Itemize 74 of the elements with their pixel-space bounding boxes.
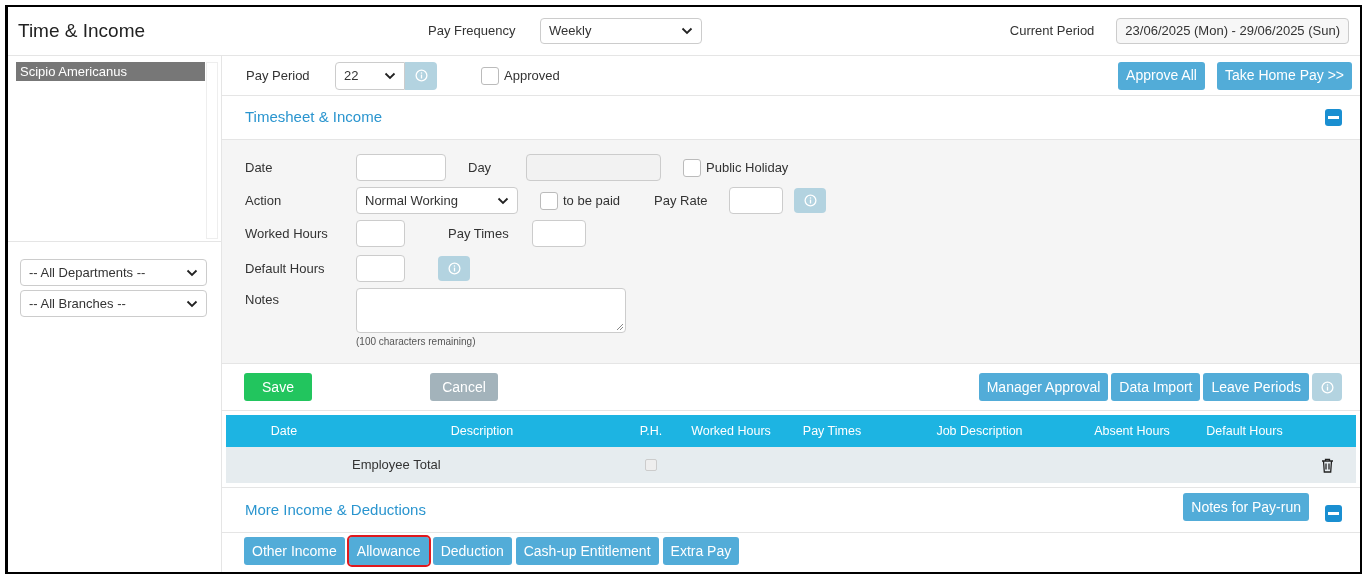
field-label: Pay Rate xyxy=(654,191,709,210)
tab[interactable]: Extra Pay xyxy=(662,537,740,565)
input-field[interactable] xyxy=(356,255,405,282)
info-icon xyxy=(447,262,461,275)
collapse-icon[interactable] xyxy=(1325,109,1342,126)
cancel-button[interactable]: Cancel xyxy=(430,373,498,401)
info-button[interactable] xyxy=(405,61,437,90)
employee-item[interactable]: Scipio Americanus xyxy=(16,62,205,81)
trash-icon[interactable] xyxy=(1321,457,1334,473)
info-button[interactable] xyxy=(1312,373,1342,401)
table-cell: Employee Total xyxy=(352,457,441,473)
field-label: Date xyxy=(245,158,274,177)
info-icon xyxy=(414,69,428,82)
field-label: Action xyxy=(245,191,283,210)
field-label: Public Holiday xyxy=(706,158,789,177)
button[interactable]: Notes for Pay-run xyxy=(1183,493,1309,521)
field-label: to be paid xyxy=(563,191,622,210)
section-title: More Income & Deductions xyxy=(245,499,426,520)
resize-handle-icon[interactable] xyxy=(616,323,624,331)
column-header: Worked Hours xyxy=(691,422,771,440)
input-field[interactable] xyxy=(532,220,586,247)
column-header: Pay Times xyxy=(802,422,862,440)
checkbox[interactable] xyxy=(540,191,558,210)
save-button[interactable]: Save xyxy=(244,373,312,401)
section-title: Timesheet & Income xyxy=(245,107,382,128)
input-field[interactable] xyxy=(356,154,446,181)
filter-dropdown[interactable]: -- All Departments -- xyxy=(20,259,207,286)
current-period-field: 23/06/2025 (Mon) - 29/06/2025 (Sun) xyxy=(1116,18,1349,44)
column-header: Date xyxy=(270,422,298,440)
pay-period-dropdown[interactable]: 22 xyxy=(335,61,405,90)
input-field[interactable] xyxy=(729,187,783,214)
chevron-down-icon xyxy=(186,299,198,308)
column-header: P.H. xyxy=(639,422,663,440)
field-label: Pay Frequency xyxy=(428,22,517,41)
column-header: Default Hours xyxy=(1206,422,1283,440)
info-button[interactable] xyxy=(794,188,826,213)
scrollbar[interactable] xyxy=(206,62,218,239)
field-label: Pay Period xyxy=(246,66,311,85)
pay-frequency-dropdown[interactable]: Weekly xyxy=(540,18,702,44)
field-label: Current Period xyxy=(1009,22,1095,41)
chevron-down-icon xyxy=(497,196,509,205)
column-header: Absent Hours xyxy=(1094,422,1170,440)
field-label: Notes xyxy=(245,291,280,309)
tab[interactable]: Deduction xyxy=(432,537,512,565)
tab[interactable]: Other Income xyxy=(244,537,345,565)
helper-text: (100 characters remaining) xyxy=(356,335,477,349)
column-header: Job Description xyxy=(936,422,1023,440)
button[interactable]: Data Import xyxy=(1111,373,1201,401)
button[interactable]: Take Home Pay >> xyxy=(1216,61,1352,90)
checkbox-label: Approved xyxy=(504,66,560,85)
chevron-down-icon xyxy=(681,27,693,35)
input-field[interactable] xyxy=(356,220,405,247)
notes-field[interactable] xyxy=(356,288,626,333)
chevron-down-icon xyxy=(384,71,396,80)
info-icon xyxy=(803,194,817,207)
button[interactable]: Manager Approval xyxy=(978,373,1109,401)
checkbox[interactable] xyxy=(481,66,499,85)
info-button[interactable] xyxy=(438,256,470,281)
checkbox[interactable] xyxy=(683,158,701,177)
field-label: Pay Times xyxy=(448,224,510,243)
tab[interactable]: Allowance xyxy=(348,537,429,565)
tab[interactable]: Cash-up Entitlement xyxy=(515,537,659,565)
page-title: Time & Income xyxy=(17,18,147,43)
button[interactable]: Approve All xyxy=(1118,61,1205,90)
action-dropdown[interactable]: Normal Working xyxy=(356,187,518,214)
info-icon xyxy=(1320,380,1334,394)
filter-dropdown[interactable]: -- All Branches -- xyxy=(20,290,207,317)
collapse-icon[interactable] xyxy=(1325,504,1342,522)
chevron-down-icon xyxy=(186,268,198,277)
field-label: Worked Hours xyxy=(245,224,329,243)
column-header: Description xyxy=(450,422,514,440)
field-label: Default Hours xyxy=(245,259,326,278)
button[interactable]: Leave Periods xyxy=(1203,373,1309,401)
field-label: Day xyxy=(468,158,493,177)
